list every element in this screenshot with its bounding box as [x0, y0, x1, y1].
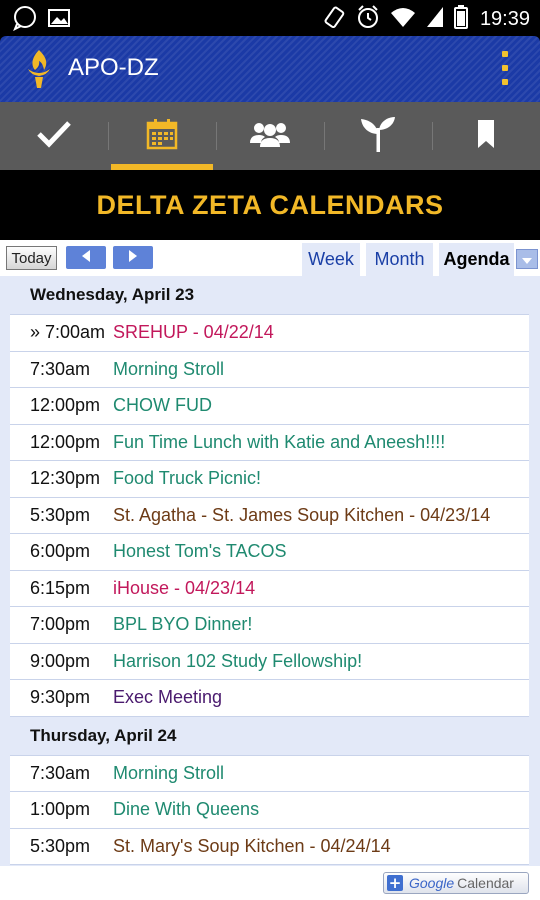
event-title[interactable]: CHOW FUD — [113, 395, 212, 416]
day-events: » 7:00am SREHUP - 04/22/14 7:30am Morning … — [10, 314, 529, 717]
event-row[interactable]: 7:30am Morning Stroll — [10, 352, 529, 388]
people-icon — [249, 119, 291, 153]
event-row[interactable]: 12:00pm CHOW FUD — [10, 388, 529, 425]
bookmark-icon — [477, 119, 495, 153]
arrow-left-icon — [80, 248, 92, 267]
overflow-dot — [502, 79, 508, 85]
plus-icon: + — [387, 874, 403, 892]
event-row[interactable]: 6:00pm Honest Tom's TACOS — [10, 534, 529, 571]
tab-calendar[interactable] — [108, 102, 216, 170]
arrow-right-icon — [127, 248, 139, 267]
event-time: 6:15pm — [30, 577, 91, 598]
agenda-list: Wednesday, April 23 » 7:00am SREHUP - 04/… — [0, 276, 540, 866]
event-row[interactable]: 12:00pm Fun Time Lunch with Katie and Ane… — [10, 425, 529, 461]
event-title[interactable]: Dine With Queens — [113, 799, 259, 820]
battery-icon — [453, 5, 468, 33]
event-title[interactable]: iHouse - 04/23/14 — [113, 578, 255, 599]
event-title[interactable]: Morning Stroll — [113, 359, 224, 380]
calendar-header: DELTA ZETA CALENDARS — [0, 170, 540, 240]
status-bar: 19:39 — [0, 0, 540, 36]
previous-button[interactable] — [66, 246, 106, 269]
event-row[interactable]: 12:30pm Food Truck Picnic! — [10, 461, 529, 498]
event-row[interactable]: 1:00pm Dine With Queens — [10, 792, 529, 829]
event-title[interactable]: Exec Meeting — [113, 687, 222, 708]
event-title[interactable]: Honest Tom's TACOS — [113, 541, 287, 562]
next-button[interactable] — [113, 246, 153, 269]
app-title: APO-DZ — [68, 54, 159, 81]
event-title[interactable]: Morning Stroll — [113, 763, 224, 784]
event-time: 5:30pm — [30, 835, 91, 856]
signal-icon — [426, 6, 444, 32]
event-row[interactable]: » 7:00am SREHUP - 04/22/14 — [10, 315, 529, 352]
event-row[interactable]: 7:00pm BPL BYO Dinner! — [10, 607, 529, 644]
calendar-icon — [146, 118, 178, 154]
app-bar: APO-DZ — [0, 36, 540, 102]
wifi-icon — [390, 6, 416, 32]
event-title[interactable]: SREHUP - 04/22/14 — [113, 322, 274, 343]
page-title: DELTA ZETA CALENDARS — [96, 189, 444, 220]
view-dropdown-button[interactable] — [516, 249, 538, 269]
alarm-icon — [356, 4, 380, 34]
checkmark-icon — [36, 119, 72, 153]
tab-tasks[interactable] — [0, 102, 108, 170]
tab-growth[interactable] — [324, 102, 432, 170]
tab-month[interactable]: Month — [366, 243, 433, 276]
day-header: Thursday, April 24 — [30, 725, 177, 745]
event-row[interactable]: 5:30pm St. Mary's Soup Kitchen - 04/24/14 — [10, 829, 529, 865]
event-time: » 7:00am — [30, 322, 106, 343]
torch-icon — [22, 48, 56, 94]
tab-agenda[interactable]: Agenda — [439, 243, 514, 276]
event-title[interactable]: Food Truck Picnic! — [113, 468, 261, 489]
tab-bar — [0, 102, 540, 170]
tab-bookmarks[interactable] — [432, 102, 540, 170]
google-calendar-badge[interactable]: + Google Calendar — [383, 872, 529, 894]
event-row[interactable]: 6:15pm iHouse - 04/23/14 — [10, 571, 529, 607]
tab-week[interactable]: Week — [302, 243, 360, 276]
event-time: 6:00pm — [30, 541, 91, 562]
day-events: 7:30am Morning Stroll 1:00pm Dine With Que… — [10, 754, 529, 865]
embedded-calendar: Today Week Month Agenda Wednesday, April… — [0, 240, 540, 900]
event-title[interactable]: Harrison 102 Study Fellowship! — [113, 651, 362, 672]
event-time: 9:00pm — [30, 650, 91, 671]
vibrate-icon — [322, 4, 346, 34]
chevron-down-icon — [521, 250, 533, 269]
event-time: 12:00pm — [30, 395, 101, 416]
event-row[interactable]: 7:30am Morning Stroll — [10, 756, 529, 792]
overflow-menu-button[interactable] — [500, 51, 510, 85]
tab-members[interactable] — [216, 102, 324, 170]
event-title[interactable]: BPL BYO Dinner! — [113, 614, 252, 635]
event-title[interactable]: St. Mary's Soup Kitchen - 04/24/14 — [113, 836, 391, 857]
day-header: Wednesday, April 23 — [30, 285, 195, 304]
event-row[interactable]: 5:30pm St. Agatha - St. James Soup Kitche… — [10, 498, 529, 534]
chat-bubble-icon — [12, 5, 38, 35]
event-title[interactable]: Fun Time Lunch with Katie and Aneesh!!!! — [113, 432, 445, 453]
event-title[interactable]: St. Agatha - St. James Soup Kitchen - 04… — [113, 505, 490, 526]
event-time: 5:30pm — [30, 504, 91, 525]
today-button[interactable]: Today — [6, 246, 57, 270]
status-time: 19:39 — [479, 7, 530, 30]
event-row[interactable]: 9:00pm Harrison 102 Study Fellowship! — [10, 644, 529, 680]
event-time: 9:30pm — [30, 687, 91, 708]
event-time: 7:30am — [30, 762, 91, 783]
sprout-icon — [359, 116, 397, 156]
event-time: 12:00pm — [30, 431, 101, 452]
calendar-controls: Today Week Month Agenda — [0, 240, 540, 276]
google-text: Google — [409, 875, 455, 891]
overflow-dot — [502, 51, 508, 57]
event-time: 7:30am — [30, 358, 91, 379]
event-time: 12:30pm — [30, 468, 101, 489]
overflow-dot — [502, 65, 508, 71]
image-icon — [48, 8, 70, 32]
event-time: 7:00pm — [30, 614, 91, 635]
event-time: 1:00pm — [30, 799, 91, 820]
event-row[interactable]: 9:30pm Exec Meeting — [10, 680, 529, 717]
google-calendar-label: Google Calendar — [409, 875, 514, 891]
calendar-text: Calendar — [457, 875, 514, 891]
